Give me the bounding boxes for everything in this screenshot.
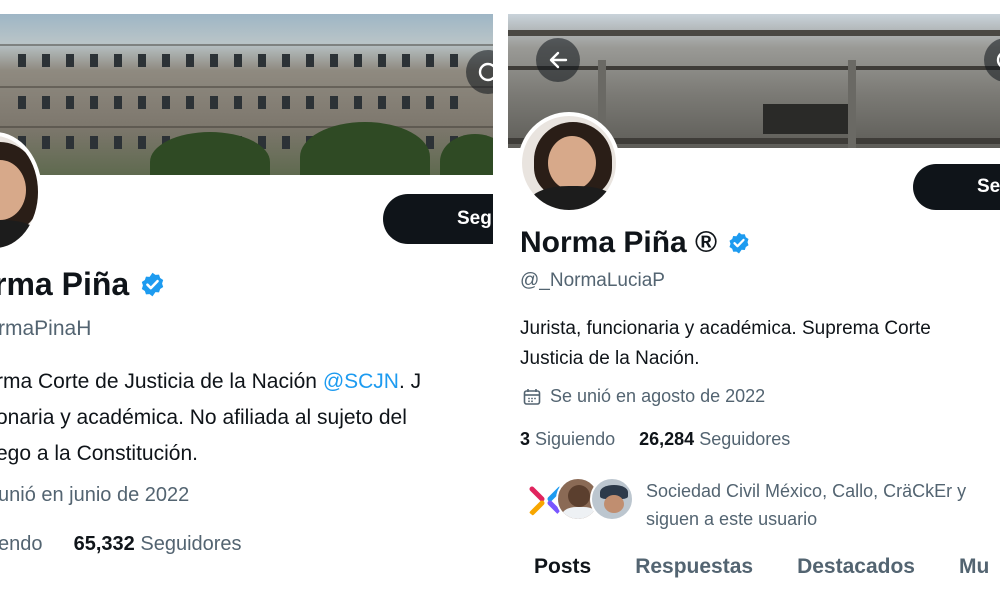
banner-window bbox=[162, 54, 170, 67]
banner-window bbox=[234, 96, 242, 109]
follow-button-label: Seg bbox=[457, 208, 492, 229]
banner-window bbox=[282, 54, 290, 67]
bio-line: ego a la Constitución. bbox=[0, 442, 198, 465]
banner-window bbox=[402, 96, 410, 109]
banner-window bbox=[210, 96, 218, 109]
joined-text: unió en junio de 2022 bbox=[0, 484, 190, 506]
bio-line: Justicia de la Nación. bbox=[520, 348, 700, 369]
banner-window bbox=[258, 96, 266, 109]
mention-link[interactable]: @SCJN bbox=[323, 370, 399, 393]
tab-posts[interactable]: Posts bbox=[534, 555, 591, 579]
bio-line: onaria y académica. No afiliada al sujet… bbox=[0, 406, 407, 429]
following-link[interactable]: endo bbox=[0, 533, 43, 555]
banner-window bbox=[18, 96, 26, 109]
profile-screenshot-right: Se Norma Piña ® @_NormaLuciaP Jurista, f… bbox=[508, 14, 1000, 584]
back-arrow-icon[interactable] bbox=[536, 38, 580, 82]
banner-window bbox=[18, 54, 26, 67]
verified-badge-icon bbox=[729, 232, 749, 254]
bio-line: Jurista, funcionaria y académica. Suprem… bbox=[520, 318, 931, 339]
followers-link[interactable]: 65,332 Seguidores bbox=[74, 533, 242, 555]
banner-window bbox=[90, 96, 98, 109]
banner-window bbox=[234, 54, 242, 67]
banner-window bbox=[330, 96, 338, 109]
banner-window bbox=[114, 54, 122, 67]
followed-by[interactable]: Sociedad Civil México, Callo, CräCkEr y … bbox=[522, 477, 966, 533]
profile-banner bbox=[0, 14, 493, 175]
banner-window bbox=[66, 96, 74, 109]
profile-bio: rma Corte de Justicia de la Nación @SCJN… bbox=[0, 364, 421, 472]
banner-window bbox=[162, 96, 170, 109]
tab-respuestas[interactable]: Respuestas bbox=[635, 555, 753, 579]
banner-window bbox=[42, 96, 50, 109]
profile-name-text: rma Piña bbox=[0, 266, 130, 302]
profile-handle: @_NormaLuciaP bbox=[520, 270, 665, 291]
banner-window bbox=[186, 54, 194, 67]
profile-name: rma Piña bbox=[0, 266, 166, 303]
banner-window bbox=[282, 136, 290, 149]
banner-window bbox=[402, 54, 410, 67]
banner-window bbox=[138, 136, 146, 149]
profile-name: Norma Piña ® bbox=[520, 226, 751, 260]
profile-screenshot-left: Seg rma Piña rmaPinaH rma Corte de Justi… bbox=[0, 14, 493, 584]
banner-window bbox=[42, 136, 50, 149]
follow-counts: 3 Siguiendo 26,284 Seguidores bbox=[520, 429, 790, 450]
banner-window bbox=[138, 96, 146, 109]
follow-button[interactable]: Se bbox=[913, 164, 1000, 210]
verified-badge-icon bbox=[141, 272, 164, 297]
banner-window bbox=[378, 54, 386, 67]
banner-window bbox=[114, 96, 122, 109]
banner-window bbox=[306, 96, 314, 109]
joined-date: Se unió en agosto de 2022 bbox=[522, 386, 765, 407]
followers-link[interactable]: 26,284 Seguidores bbox=[639, 429, 790, 449]
more-options-icon[interactable] bbox=[984, 38, 1000, 82]
banner-window bbox=[66, 54, 74, 67]
banner-window bbox=[42, 54, 50, 67]
banner-window bbox=[330, 54, 338, 67]
followed-by-text: Sociedad Civil México, Callo, CräCkEr y … bbox=[646, 481, 967, 529]
banner-window bbox=[354, 96, 362, 109]
follow-button-label: Se bbox=[977, 176, 1000, 197]
banner-window bbox=[426, 54, 434, 67]
profile-handle: rmaPinaH bbox=[0, 317, 92, 340]
banner-window bbox=[66, 136, 74, 149]
profile-name-text: Norma Piña ® bbox=[520, 226, 718, 259]
banner-window bbox=[306, 54, 314, 67]
banner-window bbox=[186, 96, 194, 109]
banner-window bbox=[354, 54, 362, 67]
banner-window bbox=[282, 96, 290, 109]
profile-tabs: Posts Respuestas Destacados Mu bbox=[534, 555, 1000, 579]
tab-destacados[interactable]: Destacados bbox=[797, 555, 915, 579]
joined-text: Se unió en agosto de 2022 bbox=[550, 386, 766, 406]
follow-button[interactable]: Seg bbox=[383, 194, 493, 244]
banner-window bbox=[210, 54, 218, 67]
banner-window bbox=[90, 136, 98, 149]
banner-window bbox=[114, 136, 122, 149]
banner-window bbox=[426, 96, 434, 109]
joined-date: unió en junio de 2022 bbox=[0, 484, 189, 507]
banner-window bbox=[378, 96, 386, 109]
avatar[interactable] bbox=[518, 112, 620, 214]
calendar-icon bbox=[523, 388, 541, 405]
follow-counts: endo 65,332 Seguidores bbox=[0, 533, 242, 556]
following-link[interactable]: 3 Siguiendo bbox=[520, 429, 615, 449]
tab-multimedia[interactable]: Mu bbox=[959, 555, 989, 579]
banner-window bbox=[138, 54, 146, 67]
banner-window bbox=[90, 54, 98, 67]
follower-avatar bbox=[590, 477, 634, 521]
banner-window bbox=[450, 54, 458, 67]
profile-bio: Jurista, funcionaria y académica. Suprem… bbox=[520, 314, 931, 374]
banner-window bbox=[258, 54, 266, 67]
bio-line: rma Corte de Justicia de la Nación @SCJN… bbox=[0, 370, 422, 393]
banner-window bbox=[450, 96, 458, 109]
